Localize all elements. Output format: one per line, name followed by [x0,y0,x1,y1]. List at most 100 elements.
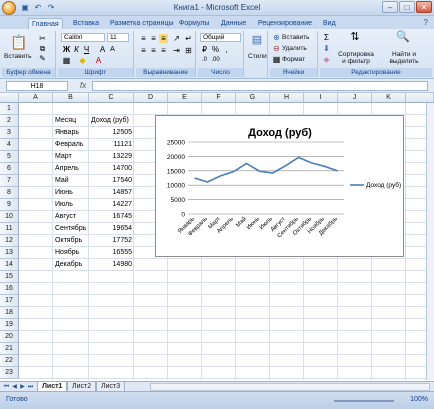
insert-cells-button[interactable]: Вставить [282,34,310,41]
prev-sheet-icon[interactable]: ◀ [11,383,18,391]
cell-header-month[interactable]: Месяц [53,115,89,127]
tab-formulas[interactable]: Формулы [176,18,212,29]
cut-icon[interactable]: ✂ [38,34,47,43]
cell-month[interactable]: Март [53,151,89,163]
cell-income[interactable]: 13229 [89,151,134,163]
copy-icon[interactable]: ⧉ [38,44,47,53]
cell-income[interactable]: 12505 [89,127,134,139]
column-header-g[interactable]: G [236,93,270,103]
row-header-9[interactable]: 9 [0,199,19,211]
number-format-select[interactable]: Общий [200,33,241,42]
sort-filter-button[interactable]: Сортировка и фильтр [336,51,376,65]
delete-cells-button[interactable]: Удалить [282,45,307,52]
cell-income[interactable]: 11121 [89,139,134,151]
column-header-h[interactable]: H [270,93,304,103]
font-color-icon[interactable]: A [94,56,103,65]
row-header-19[interactable]: 19 [0,319,19,331]
align-bottom-icon[interactable]: ≡ [159,34,168,43]
cell-month[interactable]: Октябрь [53,235,89,247]
row-header-17[interactable]: 17 [0,295,19,307]
minimize-button[interactable]: – [382,1,398,13]
fx-icon[interactable]: fx [80,81,86,90]
cell-income[interactable]: 16745 [89,211,134,223]
sort-filter-icon[interactable]: ⇅ [348,32,362,47]
align-center-icon[interactable]: ≡ [149,46,158,55]
close-button[interactable]: ✕ [416,1,432,13]
format-cells-icon[interactable]: ▦ [272,55,281,64]
cell-month[interactable]: Февраль [53,139,89,151]
delete-cells-icon[interactable]: ⊖ [272,44,281,53]
tab-insert[interactable]: Вставка [70,18,102,29]
cell-month[interactable]: Август [53,211,89,223]
row-header-16[interactable]: 16 [0,283,19,295]
align-middle-icon[interactable]: ≡ [149,34,158,43]
autosum-icon[interactable]: Σ [322,33,331,42]
column-header-j[interactable]: J [338,93,372,103]
cell-income[interactable]: 14227 [89,199,134,211]
column-header-c[interactable]: C [89,93,134,103]
column-header-f[interactable]: F [202,93,236,103]
row-header-3[interactable]: 3 [0,127,19,139]
increase-decimal-icon[interactable]: .0 [200,56,209,65]
fill-color-icon[interactable]: ◆ [78,56,87,65]
column-header-k[interactable]: K [372,93,406,103]
shrink-font-icon[interactable]: A [108,45,117,54]
row-header-15[interactable]: 15 [0,271,19,283]
grow-font-icon[interactable]: A [98,45,107,54]
cell-income[interactable]: 17752 [89,235,134,247]
cell-income[interactable]: 19654 [89,223,134,235]
row-header-7[interactable]: 7 [0,175,19,187]
paste-icon[interactable]: 📋 [10,34,27,50]
last-sheet-icon[interactable]: ⏭ [27,383,34,391]
indent-icon[interactable]: ⇥ [172,46,181,55]
cell-month[interactable]: Апрель [53,163,89,175]
row-header-14[interactable]: 14 [0,259,19,271]
cell-header-income[interactable]: Доход (руб) [89,115,134,127]
cell-month[interactable]: Сентябрь [53,223,89,235]
row-header-23[interactable]: 23 [0,367,19,379]
row-header-11[interactable]: 11 [0,223,19,235]
row-header-5[interactable]: 5 [0,151,19,163]
formula-input[interactable] [92,81,428,91]
column-header-b[interactable]: B [53,93,89,103]
column-header-e[interactable]: E [168,93,202,103]
row-header-12[interactable]: 12 [0,235,19,247]
horizontal-scrollbar[interactable] [150,383,430,391]
help-icon[interactable]: ? [424,18,428,27]
find-select-button[interactable]: Найти и выделить [380,51,428,65]
merge-icon[interactable]: ⊞ [184,46,193,55]
styles-button[interactable]: Стили [248,53,267,60]
chart[interactable]: Доход (руб) 0 5000 10000 15000 20000 25000 Янва… [155,115,404,257]
tab-page-layout[interactable]: Разметка страницы [107,18,177,29]
cell-income[interactable]: 14980 [89,259,134,271]
cell-income[interactable]: 14700 [89,163,134,175]
cell-month[interactable]: Июнь [53,187,89,199]
cell-income[interactable]: 14857 [89,187,134,199]
align-right-icon[interactable]: ≡ [159,46,168,55]
clear-icon[interactable]: ◈ [322,55,331,64]
format-painter-icon[interactable]: ✎ [38,54,47,63]
tab-review[interactable]: Рецензирование [255,18,315,29]
paste-button[interactable]: Вставить [4,53,32,60]
percent-icon[interactable]: % [211,45,220,54]
cell-income[interactable]: 16555 [89,247,134,259]
underline-icon[interactable]: Ч [82,45,91,54]
maximize-button[interactable]: □ [399,1,415,13]
currency-icon[interactable]: ₽ [200,45,209,54]
font-name-select[interactable]: Calibri [61,33,105,42]
format-cells-button[interactable]: Формат [282,56,305,63]
orientation-icon[interactable]: ↗ [172,34,181,43]
row-header-22[interactable]: 22 [0,355,19,367]
row-header-2[interactable]: 2 [0,115,19,127]
row-header-4[interactable]: 4 [0,139,19,151]
font-size-select[interactable]: 11 [107,33,129,42]
column-header-d[interactable]: D [134,93,168,103]
column-header-i[interactable]: I [304,93,338,103]
tab-view[interactable]: Вид [320,18,339,29]
cell-month[interactable]: Ноябрь [53,247,89,259]
bold-icon[interactable]: Ж [62,45,71,54]
column-header-a[interactable]: A [19,93,53,103]
find-select-icon[interactable]: 🔍 [396,32,410,47]
zoom-slider[interactable] [334,400,394,402]
vertical-scrollbar[interactable] [426,103,434,380]
